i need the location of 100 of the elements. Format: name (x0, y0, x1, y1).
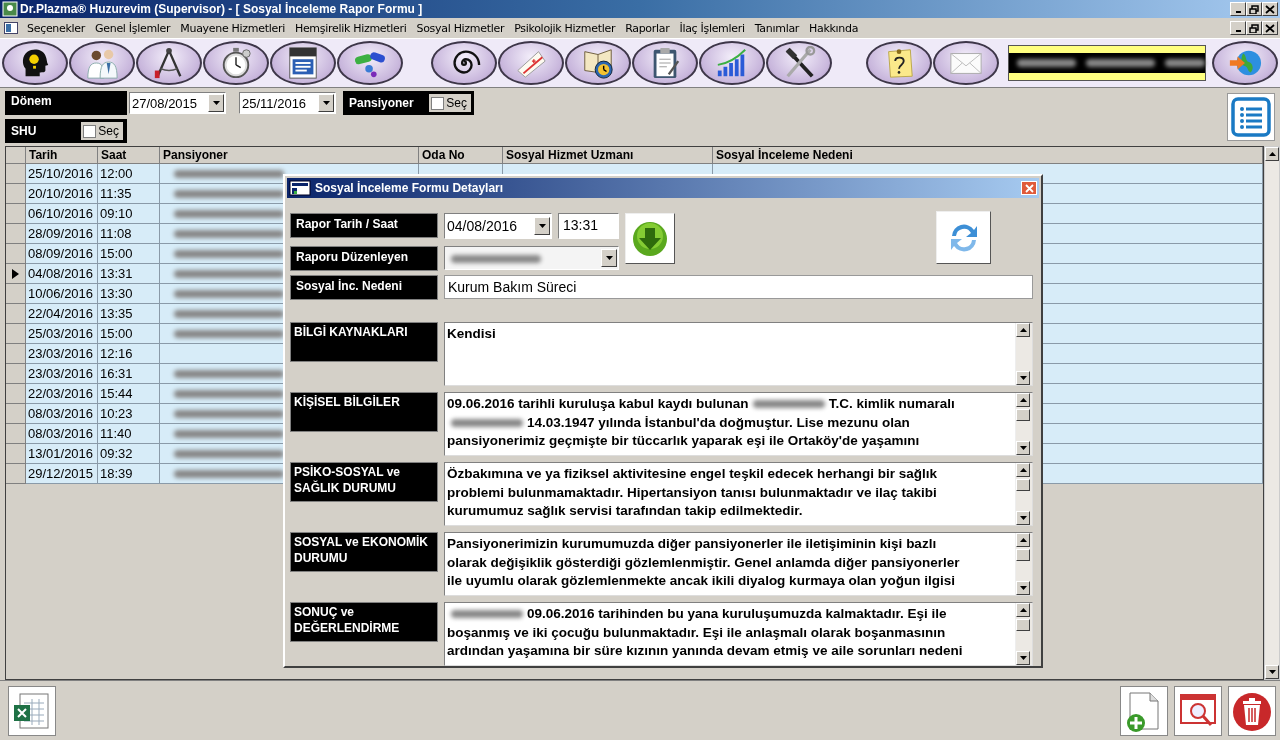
toolbar-button[interactable] (2, 41, 68, 85)
menu-item[interactable]: Psikolojik Hizmetler (509, 21, 621, 35)
toolbar-button[interactable] (699, 41, 765, 85)
column-header[interactable]: Oda No (419, 147, 503, 164)
toolbar-button[interactable] (766, 41, 832, 85)
menu-item[interactable]: Hemşirelik Hizmetleri (289, 21, 412, 35)
caret-icon (322, 101, 330, 105)
menu-item[interactable]: Hakkında (804, 21, 864, 35)
redacted-text (1165, 59, 1205, 67)
scroll-thumb[interactable] (1016, 619, 1030, 631)
toolbar-button[interactable] (632, 41, 698, 85)
app-icon (2, 1, 18, 17)
redacted-text (1086, 59, 1156, 67)
document-icon (4, 22, 18, 34)
minimize-button[interactable] (1230, 2, 1246, 16)
field-label: PSİKO-SOSYAL ve SAĞLIK DURUMU (290, 462, 438, 502)
table-cell: 23/03/2016 (26, 364, 98, 384)
table-cell: 13:30 (98, 284, 160, 304)
table-cell: 15:00 (98, 324, 160, 344)
list-view-button[interactable] (1227, 93, 1275, 141)
restore-icon (1249, 4, 1259, 14)
table-cell: 15:00 (98, 244, 160, 264)
checkbox[interactable]: Seç (429, 94, 471, 112)
field-label: Raporu Düzenleyen (290, 246, 438, 271)
table-cell: 22/03/2016 (26, 384, 98, 404)
memo-field[interactable]: Özbakımına ve ya fiziksel aktivitesine engel teşkil edecek herhangi bir sağlık problemi bulunmamaktadır. Hipertansiyon tanısı bulunmaktadır ve ilaç takibi kurumumuz sağlık servisi tarafından takip edilmektedir. (444, 462, 1033, 526)
new-record-button[interactable] (1120, 685, 1168, 736)
menu-item[interactable]: İlaç İşlemleri (674, 21, 750, 35)
column-header[interactable]: Pansiyoner (160, 147, 419, 164)
toolbar-button[interactable] (866, 41, 932, 85)
row-selector[interactable] (6, 264, 26, 284)
export-button[interactable] (8, 685, 56, 736)
menu-item[interactable]: Raporlar (620, 21, 675, 35)
table-cell: 11:35 (98, 184, 160, 204)
column-header[interactable]: Sosyal İnceleme Nedeni (713, 147, 1263, 164)
toolbar-button[interactable] (69, 41, 135, 85)
toolbar-button[interactable] (933, 41, 999, 85)
minimize-icon (1235, 29, 1241, 32)
download-button[interactable] (625, 213, 675, 264)
delete-button[interactable] (1228, 685, 1276, 736)
preview-button[interactable] (1174, 685, 1222, 736)
restore-button[interactable] (1246, 21, 1262, 35)
menu-item[interactable]: Muayene Hizmetleri (175, 21, 290, 35)
up-arrow-icon (1019, 328, 1027, 332)
scrollbar[interactable] (1264, 146, 1280, 680)
menu-item[interactable]: Seçenekler (22, 21, 91, 35)
toolbar-button[interactable] (136, 41, 202, 85)
time-field[interactable]: 13:31 (558, 213, 619, 239)
scroll-thumb[interactable] (1016, 479, 1030, 491)
column-header[interactable]: Tarih (26, 147, 98, 164)
toolbar-button[interactable] (270, 41, 336, 85)
staff-dropdown[interactable] (444, 246, 619, 270)
table-cell: 11:40 (98, 424, 160, 444)
up-arrow-icon (1019, 398, 1027, 402)
table-cell: 20/10/2016 (26, 184, 98, 204)
close-icon (1265, 4, 1275, 14)
toolbar-button[interactable] (337, 41, 403, 85)
scroll-thumb[interactable] (1016, 409, 1030, 421)
scroll-thumb[interactable] (1016, 549, 1030, 561)
menu-item[interactable]: Genel İşlemler (90, 21, 176, 35)
close-button[interactable] (1262, 2, 1278, 16)
up-arrow-icon (1019, 468, 1027, 472)
restore-button[interactable] (1246, 2, 1262, 16)
date-dropdown[interactable]: 25/11/2016 (239, 92, 336, 114)
refresh-button[interactable] (936, 211, 991, 264)
table-cell: 18:39 (98, 464, 160, 484)
memo-field[interactable]: Pansiyonerimizin kurumumuzda diğer pansiyonerler ile iletişiminin kişi bazlı olarak değişiklik gösterdiği gözlemlenmiştir. Genel anlamda diğer pansiyonerler ile uyumlu olarak gözlemlenmekte ancak ikili diyalog kurmaya olan yoğun ilgisi (444, 532, 1033, 596)
date-dropdown[interactable]: 04/08/2016 (444, 213, 552, 239)
toolbar-button[interactable] (498, 41, 564, 85)
memo-field[interactable]: Kendisi (444, 322, 1033, 386)
form-icon (289, 180, 311, 196)
field-label: SOSYAL ve EKONOMİK DURUMU (290, 532, 438, 572)
memo-field[interactable]: 09.06.2016 tarihli kuruluşa kabul kaydı bulunan T.C. kimlik numaralı 14.03.1947 yılında İstanbul'da doğmuştur. Lise mezunu olan pansiyonerimiz geçmişte bir tüccarlık yaparak eşi ile Ortaköy'de yaşamını (444, 392, 1033, 456)
toolbar-button[interactable] (1212, 41, 1278, 85)
caret-icon (605, 256, 613, 260)
up-arrow-icon (1019, 538, 1027, 542)
dialog-title: Sosyal İnceleme Formu Detayları (315, 181, 505, 195)
up-arrow-icon (1019, 608, 1027, 612)
minimize-button[interactable] (1230, 21, 1246, 35)
table-cell: 06/10/2016 (26, 204, 98, 224)
table-cell: 08/03/2016 (26, 404, 98, 424)
text-field[interactable]: Kurum Bakım Süreci (444, 275, 1033, 299)
close-icon (1024, 183, 1034, 193)
field-label: KİŞİSEL BİLGİLER (290, 392, 438, 432)
row-pointer-icon (12, 268, 19, 279)
toolbar-button[interactable] (565, 41, 631, 85)
menu-item[interactable]: Tanımlar (749, 21, 805, 35)
close-icon (1265, 23, 1275, 33)
memo-field[interactable]: 09.06.2016 tarihinden bu yana kuruluşumuzda kalmaktadır. Eşi ile boşanmış ve iki çocuğu bulunmaktadır. Eşi ile anlaşmalı olarak boşanmasının ardından yaşamına bir süre kızının yanında devam etmiş ve aile sorunları nedeni (444, 602, 1033, 666)
column-header[interactable]: Saat (98, 147, 160, 164)
close-button[interactable] (1262, 21, 1278, 35)
redacted-text (451, 610, 523, 619)
checkbox[interactable]: Seç (81, 122, 123, 140)
toolbar-button[interactable] (431, 41, 497, 85)
menu-item[interactable]: Sosyal Hizmetler (411, 21, 510, 35)
toolbar-button[interactable] (203, 41, 269, 85)
table-cell: 13:35 (98, 304, 160, 324)
table-cell: 29/12/2015 (26, 464, 98, 484)
column-header[interactable]: Sosyal Hizmet Uzmanı (503, 147, 713, 164)
date-dropdown[interactable]: 27/08/2015 (129, 92, 226, 114)
